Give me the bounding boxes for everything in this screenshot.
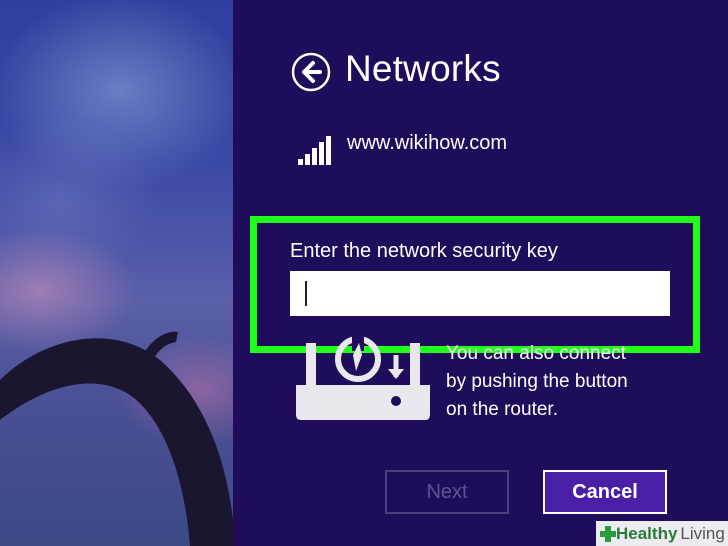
wps-text-line-1: You can also connect bbox=[446, 343, 626, 364]
tree-branch-silhouette bbox=[0, 331, 233, 546]
watermark-brand-strong: Healthy bbox=[616, 523, 678, 543]
wps-text-line-2: by pushing the button bbox=[446, 371, 628, 392]
wps-instructions: You can also connect by pushing the butt… bbox=[446, 340, 686, 424]
wps-text-line-3: on the router. bbox=[446, 399, 558, 420]
desktop-wallpaper bbox=[0, 0, 233, 546]
watermark-brand-light: Living bbox=[680, 523, 725, 543]
page-title: Networks bbox=[345, 48, 501, 89]
back-button[interactable] bbox=[291, 52, 331, 92]
cancel-button[interactable]: Cancel bbox=[543, 470, 667, 514]
back-arrow-icon bbox=[291, 52, 331, 92]
security-key-input[interactable] bbox=[290, 271, 670, 316]
security-key-label: Enter the network security key bbox=[290, 240, 558, 262]
watermark-logo: Healthy Living bbox=[596, 521, 728, 546]
text-cursor bbox=[305, 281, 307, 306]
network-name[interactable]: www.wikihow.com bbox=[347, 132, 507, 155]
router-wps-icon bbox=[296, 335, 430, 430]
plus-icon bbox=[600, 525, 616, 542]
next-button[interactable]: Next bbox=[385, 470, 509, 514]
wifi-signal-icon bbox=[298, 136, 334, 171]
